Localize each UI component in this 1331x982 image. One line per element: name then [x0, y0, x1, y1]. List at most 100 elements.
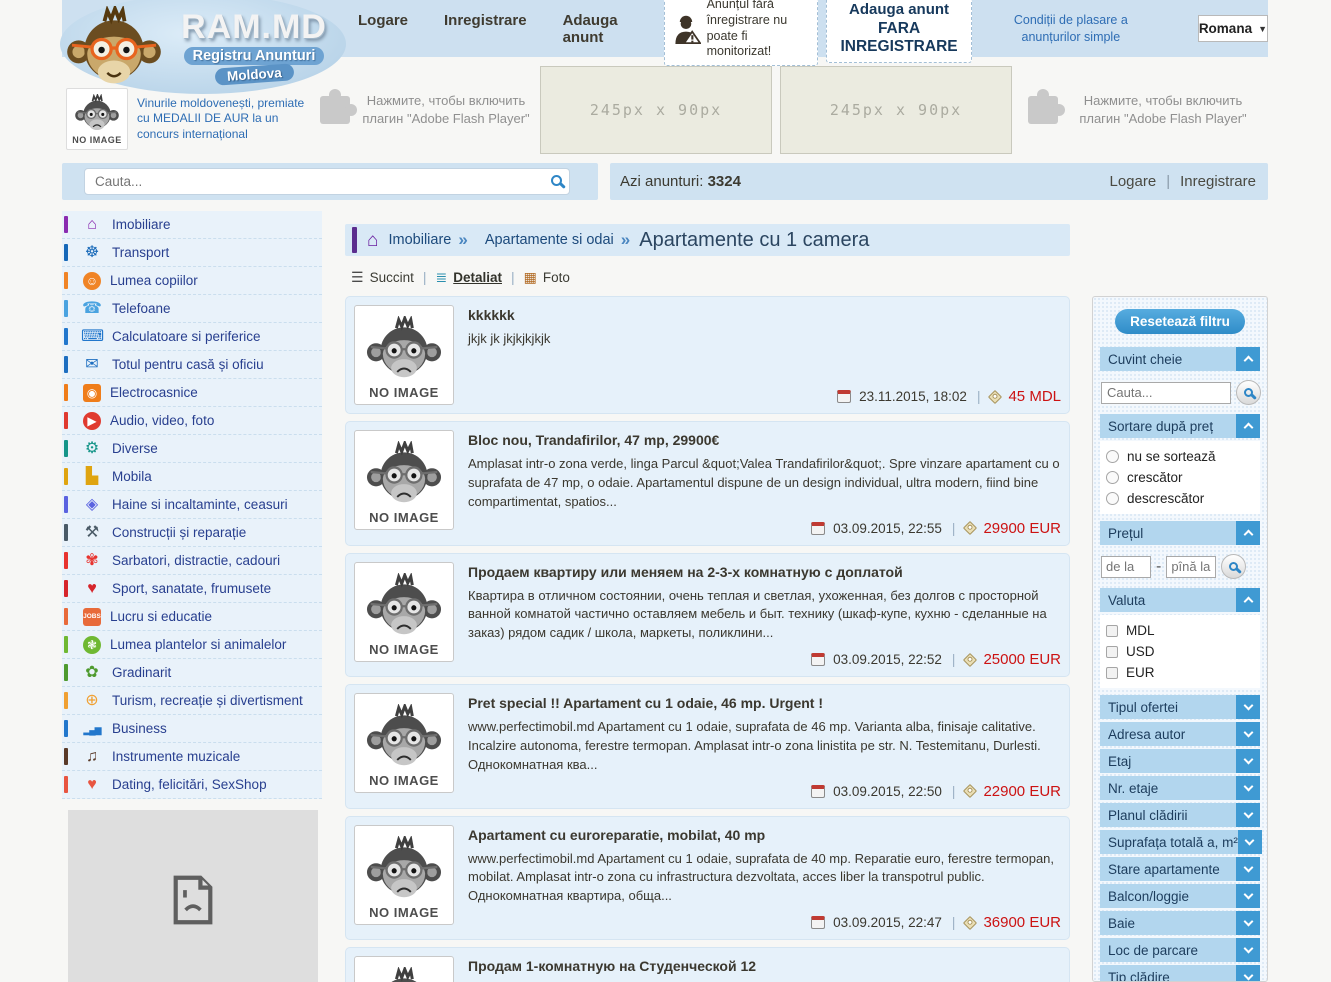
- view-tab-foto[interactable]: ▦Foto: [524, 269, 570, 286]
- listing-title[interactable]: Продам 1-комнатную на Студенческой 12: [468, 958, 1061, 974]
- keyword-search-button[interactable]: [1236, 380, 1261, 405]
- sidebar-item-gradinarit[interactable]: ✿Gradinarit: [62, 659, 322, 687]
- conditions-link[interactable]: Condiții de plasare a anunțurilor simple: [1004, 12, 1138, 45]
- listing-card[interactable]: NO IMAGE Продаем квартиру или меняем на …: [345, 553, 1070, 678]
- filter-section-keyword[interactable]: Cuvint cheie: [1100, 347, 1260, 371]
- filter-section-sort[interactable]: Sortare după preț: [1100, 414, 1260, 438]
- register-link[interactable]: Inregistrare: [1180, 173, 1256, 190]
- price-search-button[interactable]: [1221, 554, 1246, 579]
- radio-icon[interactable]: [1106, 450, 1119, 463]
- price-tag-icon: [963, 652, 977, 666]
- view-tab-succint[interactable]: ☰Succint: [351, 269, 414, 286]
- filter-section-collapsed[interactable]: Suprafața totală a, m²: [1100, 830, 1260, 854]
- sidebar-item-lumea-copiilor[interactable]: ☺Lumea copiilor: [62, 267, 322, 295]
- today-count: 3324: [708, 173, 741, 190]
- bar-chart-icon: ▂▄▆: [81, 719, 103, 739]
- sort-option[interactable]: nu se sortează: [1103, 446, 1257, 467]
- search-input[interactable]: [84, 168, 570, 195]
- price-to-input[interactable]: [1166, 556, 1216, 578]
- filter-section-collapsed[interactable]: Loc de parcare: [1100, 938, 1260, 962]
- filter-section-collapsed[interactable]: Stare apartamente: [1100, 857, 1260, 881]
- breadcrumb-link-apartamente[interactable]: Apartamente si odai: [485, 232, 614, 248]
- nav-logare[interactable]: Logare: [358, 12, 408, 46]
- sidebar-item-haine[interactable]: ◈Haine si incaltaminte, ceasuri: [62, 491, 322, 519]
- sort-option[interactable]: descrescător: [1103, 488, 1257, 509]
- no-image-monkey-icon: [361, 704, 447, 772]
- radio-icon[interactable]: [1106, 492, 1119, 505]
- login-link[interactable]: Logare: [1110, 173, 1157, 190]
- no-image-monkey-icon: [361, 967, 447, 982]
- sidebar-item-lucru[interactable]: JOBSLucru si educatie: [62, 603, 322, 631]
- listing-card[interactable]: NO IMAGE Bloc nou, Trandafirilor, 47 mp,…: [345, 421, 1070, 546]
- filter-section-collapsed[interactable]: Baie: [1100, 911, 1260, 935]
- sidebar-item-imobiliare[interactable]: ⌂Imobiliare: [62, 211, 322, 239]
- sidebar-item-plante-animale[interactable]: ❃Lumea plantelor si animalelor: [62, 631, 322, 659]
- chevron-down-icon: [1236, 695, 1260, 719]
- checkbox-icon[interactable]: [1106, 646, 1118, 658]
- filter-section-price[interactable]: Prețul: [1100, 521, 1260, 545]
- sidebar-item-turism[interactable]: ⊕Turism, recreație și divertisment: [62, 687, 322, 715]
- filter-section-collapsed[interactable]: Tip clădire: [1100, 965, 1260, 982]
- filter-section-currency[interactable]: Valuta: [1100, 588, 1260, 612]
- flash-plugin-block-left[interactable]: Нажмите, чтобы включить плагин "Adobe Fl…: [320, 92, 532, 127]
- listing-card[interactable]: NO IMAGE Продам 1-комнатную на Студенчес…: [345, 947, 1070, 982]
- radio-icon[interactable]: [1106, 471, 1119, 484]
- breadcrumb-link-imobiliare[interactable]: Imobiliare: [388, 232, 451, 248]
- site-logo[interactable]: RAM.MD Registru Anunturi Moldova: [60, 0, 348, 96]
- sidebar-item-audio-video[interactable]: ▶Audio, video, foto: [62, 407, 322, 435]
- listing-card[interactable]: NO IMAGE kkkkkk jkjk jk jkjkjkjkjk 23.11…: [345, 296, 1070, 414]
- add-listing-cta-button[interactable]: Adauga anunt FARA INREGISTRARE: [826, 0, 972, 63]
- currency-option-usd[interactable]: USD: [1103, 641, 1257, 662]
- sidebar-item-dating[interactable]: ♥Dating, felicitări, SexShop: [62, 771, 322, 799]
- sidebar-item-diverse[interactable]: ⚙Diverse: [62, 435, 322, 463]
- flash-plugin-block-right[interactable]: Нажмите, чтобы включить плагин "Adobe Fl…: [1028, 92, 1258, 127]
- listing-title[interactable]: Продаем квартиру или меняем на 2-3-х ком…: [468, 564, 1061, 580]
- listing-card[interactable]: NO IMAGE Apartament cu euroreparatie, mo…: [345, 816, 1070, 941]
- house-icon: ⌂: [81, 215, 103, 235]
- sidebar-item-instrumente[interactable]: ♫Instrumente muzicale: [62, 743, 322, 771]
- search-button[interactable]: [551, 173, 562, 191]
- chevron-down-icon: [1236, 749, 1260, 773]
- sidebar-item-transport[interactable]: ☸Transport: [62, 239, 322, 267]
- listing-title[interactable]: Bloc nou, Trandafirilor, 47 mp, 29900€: [468, 432, 1061, 448]
- listing-meta: 03.09.2015, 22:47 | 36900 EUR: [468, 906, 1061, 931]
- filter-section-collapsed[interactable]: Nr. etaje: [1100, 776, 1260, 800]
- currency-option-mdl[interactable]: MDL: [1103, 620, 1257, 641]
- account-links: Logare | Inregistrare: [1110, 173, 1257, 190]
- sidebar-item-mobila[interactable]: ▙Mobila: [62, 463, 322, 491]
- filter-section-collapsed[interactable]: Etaj: [1100, 749, 1260, 773]
- sidebar-item-calculatoare[interactable]: ⌨Calculatoare si periferice: [62, 323, 322, 351]
- sidebar-item-constructii[interactable]: ⚒Construcții și reparație: [62, 519, 322, 547]
- reset-filter-button-top[interactable]: Resetează filtru: [1115, 309, 1245, 334]
- filter-section-collapsed[interactable]: Planul clădirii: [1100, 803, 1260, 827]
- language-select[interactable]: Romana ▼: [1198, 15, 1268, 42]
- sidebar-item-business[interactable]: ▂▄▆Business: [62, 715, 322, 743]
- currency-option-eur[interactable]: EUR: [1103, 662, 1257, 683]
- sidebar-item-casa-oficiu[interactable]: ✉Totul pentru casă și oficiu: [62, 351, 322, 379]
- keyword-search-input[interactable]: [1101, 382, 1231, 404]
- listing-title[interactable]: kkkkkk: [468, 307, 1061, 323]
- view-tab-detaliat[interactable]: ≣Detaliat: [435, 269, 502, 286]
- filter-section-collapsed[interactable]: Balcon/loggie: [1100, 884, 1260, 908]
- filter-section-collapsed[interactable]: Tipul ofertei: [1100, 695, 1260, 719]
- filter-section-collapsed[interactable]: Adresa autor: [1100, 722, 1260, 746]
- sidebar-item-sport[interactable]: ♥Sport, sanatate, frumusete: [62, 575, 322, 603]
- listing-card[interactable]: NO IMAGE Pret special !! Apartament cu 1…: [345, 684, 1070, 809]
- chevron-down-icon: [1236, 776, 1260, 800]
- listing-price: 22900 EUR: [983, 783, 1061, 800]
- promo-thumbnail: NO IMAGE: [66, 88, 128, 150]
- checkbox-icon[interactable]: [1106, 625, 1118, 637]
- price-from-input[interactable]: [1101, 556, 1151, 578]
- sidebar-item-sarbatori[interactable]: ✾Sarbatori, distractie, cadouri: [62, 547, 322, 575]
- listing-title[interactable]: Pret special !! Apartament cu 1 odaie, 4…: [468, 695, 1061, 711]
- plant-icon: ✿: [81, 663, 103, 683]
- breadcrumb-separator: »: [621, 230, 630, 250]
- checkbox-icon[interactable]: [1106, 667, 1118, 679]
- cta-line1: Adauga anunt: [831, 1, 967, 18]
- nav-adauga-anunt[interactable]: Adauga anunt: [563, 12, 618, 46]
- listing-title[interactable]: Apartament cu euroreparatie, mobilat, 40…: [468, 827, 1061, 843]
- nav-inregistrare[interactable]: Inregistrare: [444, 12, 527, 46]
- sidebar-item-telefoane[interactable]: ☎Telefoane: [62, 295, 322, 323]
- sidebar-item-electrocasnice[interactable]: ◉Electrocasnice: [62, 379, 322, 407]
- sort-option[interactable]: crescător: [1103, 467, 1257, 488]
